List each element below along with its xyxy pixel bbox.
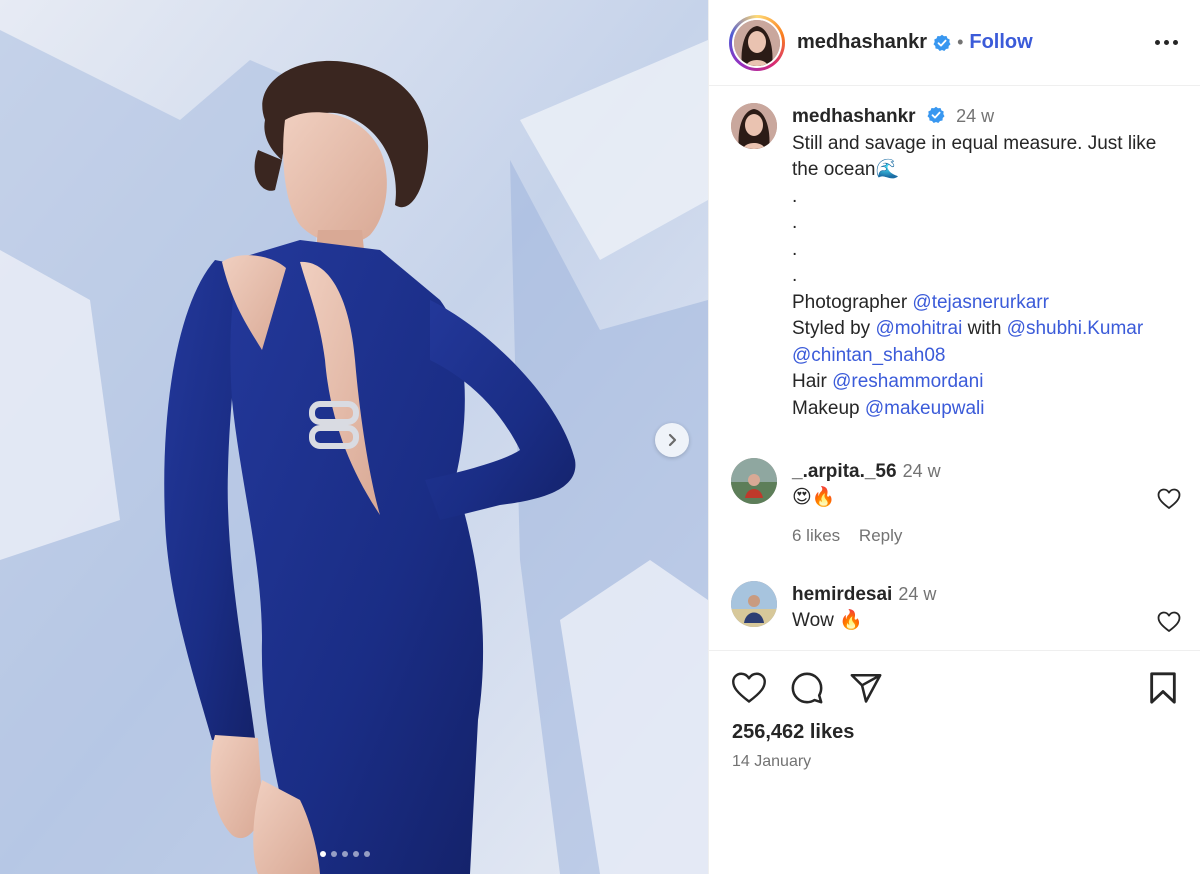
like-comment-heart-icon[interactable] <box>1157 488 1181 515</box>
credit-line: @chintan_shah08 <box>792 343 1181 370</box>
carousel-dot <box>353 851 359 857</box>
header-username[interactable]: medhashankr <box>797 31 927 54</box>
carousel-dot <box>364 851 370 857</box>
credit-label: Styled by <box>792 318 876 339</box>
comment-username[interactable]: hemirdesai <box>792 584 892 605</box>
comment-likes[interactable]: 6 likes <box>792 526 840 545</box>
credit-joiner: with <box>962 318 1007 339</box>
next-slide-button[interactable] <box>655 423 689 457</box>
post-header: medhashankr • Follow <box>709 0 1200 86</box>
comment-icon[interactable] <box>790 671 824 710</box>
credit-line: Styled by @mohitrai with @shubhi.Kumar <box>792 316 1181 343</box>
comment-item: hemirdesai 24 w Wow 🔥 <box>731 581 1181 634</box>
follow-button[interactable]: Follow <box>969 31 1032 54</box>
carousel-dot <box>331 851 337 857</box>
verified-badge-icon <box>933 34 951 52</box>
caption-dot: . <box>792 238 798 260</box>
avatar[interactable] <box>731 581 777 627</box>
like-comment-heart-icon[interactable] <box>1157 611 1181 638</box>
avatar[interactable] <box>731 103 777 149</box>
post-side-panel: medhashankr • Follow medhashankr 24 w St… <box>708 0 1200 874</box>
post-photo <box>0 0 708 874</box>
avatar <box>734 19 780 66</box>
comment-username[interactable]: _.arpita._56 <box>792 461 897 482</box>
caption-text: Still and savage in equal measure. Just … <box>792 132 1157 154</box>
more-options-icon[interactable] <box>1155 40 1178 45</box>
mention-link[interactable]: @shubhi.Kumar <box>1007 318 1144 339</box>
comments-list[interactable]: medhashankr 24 w Still and savage in equ… <box>709 87 1200 649</box>
comment-text: 😍🔥 <box>792 487 836 508</box>
mention-link[interactable]: @mohitrai <box>875 318 962 339</box>
verified-badge-icon <box>927 106 945 124</box>
comment-text: Wow 🔥 <box>792 610 863 631</box>
carousel-dot <box>320 851 326 857</box>
credit-line: Makeup @makeupwali <box>792 396 1181 423</box>
caption-dot: . <box>792 265 798 286</box>
credit-label: Hair <box>792 371 833 392</box>
comment-time[interactable]: 24 w <box>903 461 941 481</box>
credit-line: Hair @reshammordani <box>792 369 1181 396</box>
caption-time[interactable]: 24 w <box>956 106 994 126</box>
comment-item: _.arpita._56 24 w 😍🔥 6 likes Reply <box>731 458 1181 549</box>
credit-line: Photographer @tejasnerurkarr <box>792 290 1181 317</box>
mention-link[interactable]: @chintan_shah08 <box>792 345 945 366</box>
caption-dot: . <box>792 185 798 207</box>
caption-text: the ocean🌊 <box>792 159 900 180</box>
header-separator: • <box>957 32 964 52</box>
post-caption: medhashankr 24 w Still and savage in equ… <box>731 103 1181 422</box>
credit-label: Makeup <box>792 397 865 419</box>
avatar[interactable] <box>731 458 777 504</box>
post-media[interactable] <box>0 0 708 874</box>
heart-icon[interactable] <box>731 671 767 710</box>
carousel-indicator <box>320 851 370 857</box>
chevron-right-icon <box>668 433 677 447</box>
credit-label: Photographer <box>792 291 913 313</box>
mention-link[interactable]: @makeupwali <box>865 398 985 419</box>
story-ring[interactable] <box>729 14 785 71</box>
carousel-dot <box>342 851 348 857</box>
post-date[interactable]: 14 January <box>732 753 811 771</box>
likes-count[interactable]: 256,462 likes <box>732 721 854 744</box>
comment-time[interactable]: 24 w <box>898 584 936 604</box>
mention-link[interactable]: @reshammordani <box>832 371 983 392</box>
caption-dot: . <box>792 212 798 233</box>
reply-button[interactable]: Reply <box>859 526 902 545</box>
caption-username[interactable]: medhashankr <box>792 106 916 127</box>
share-icon[interactable] <box>849 671 883 710</box>
post-actions: 256,462 likes 14 January <box>709 650 1200 874</box>
bookmark-icon[interactable] <box>1147 671 1179 710</box>
mention-link[interactable]: @tejasnerurkarr <box>912 292 1049 313</box>
